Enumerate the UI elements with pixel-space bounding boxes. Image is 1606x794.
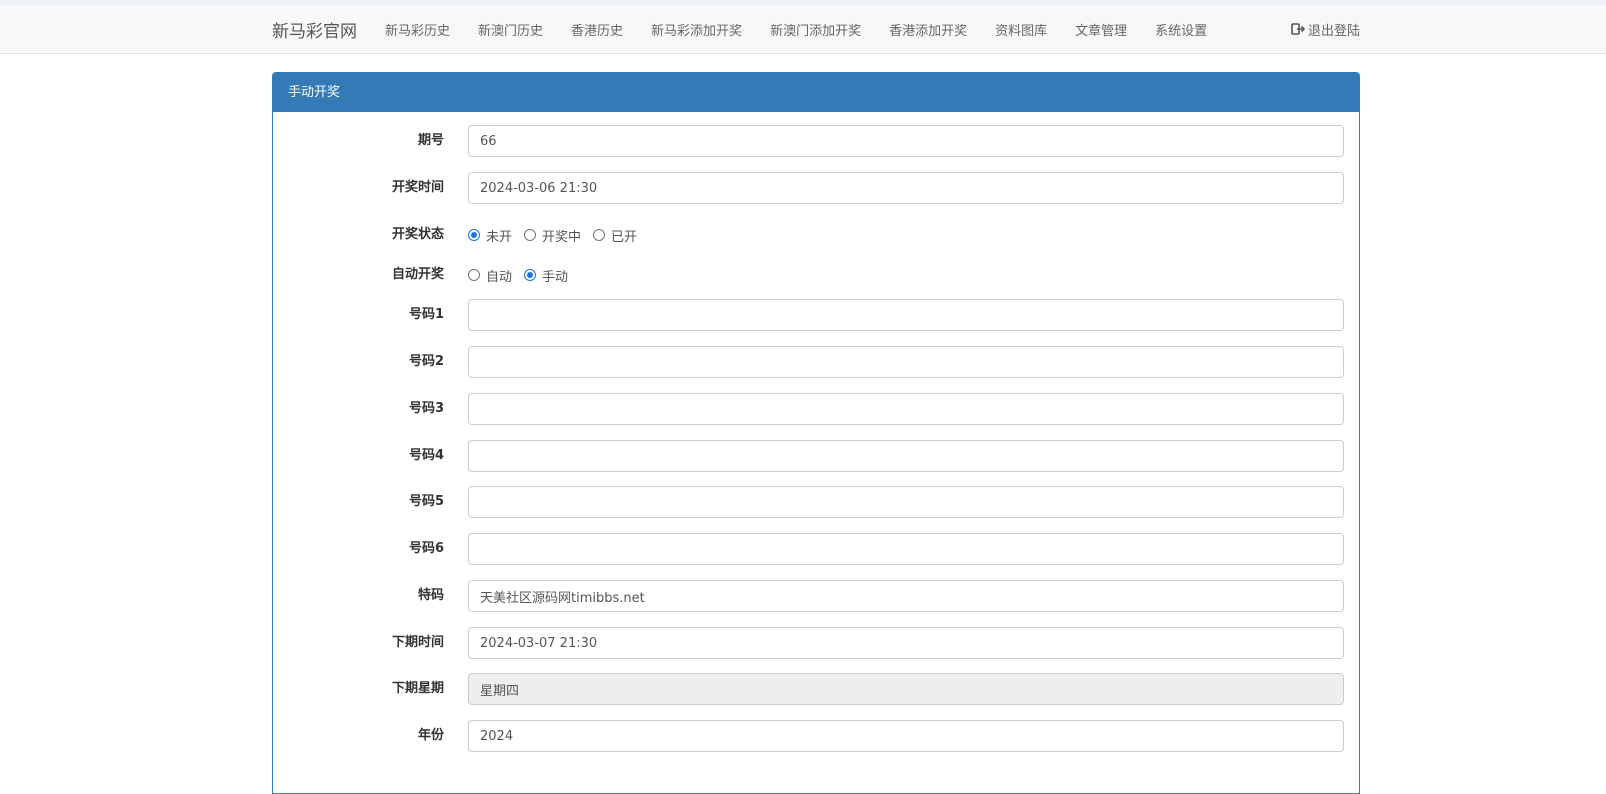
panel-title: 手动开奖 [273,73,1359,112]
radio-label: 自动 [486,269,513,285]
form-row-special: 特码 [273,579,1359,613]
number-5-input[interactable] [468,486,1344,518]
nav-link-settings[interactable]: 系统设置 [1155,20,1207,39]
auto-draw-radio-group: 自动 手动 [468,258,580,292]
draw-status-radio-group: 未开 开奖中 已开 [468,218,649,252]
radio-label: 未开 [486,229,513,245]
auto-draw-label: 自动开奖 [391,267,444,282]
logout-label: 退出登陆 [1307,23,1360,39]
nav-link-articles[interactable]: 文章管理 [1075,20,1127,39]
navbar: 新马彩官网 新马彩历史 新澳门历史 香港历史 新马彩添加开奖 新澳门添加开奖 香… [0,5,1606,54]
next-weekday-label: 下期星期 [391,681,444,696]
form-row-issue: 期号 [273,124,1359,158]
form-row-draw-time: 开奖时间 [273,171,1359,205]
radio-unchecked[interactable] [524,229,537,241]
number-6-label: 号码6 [408,541,444,556]
form-row-number-1: 号码1 [273,298,1359,332]
special-label: 特码 [417,588,444,603]
issue-label: 期号 [417,133,444,148]
radio-label: 开奖中 [542,229,582,245]
next-time-input[interactable] [468,627,1344,659]
draw-time-input[interactable] [468,172,1344,204]
manual-draw-panel: 手动开奖 期号 开奖时间 开奖状态 未开 开奖中 已开 自动开奖 [272,72,1360,794]
issue-input[interactable] [468,125,1344,157]
form-row-number-2: 号码2 [273,345,1359,379]
auto-draw-option-auto[interactable]: 自动 [468,266,512,285]
form-row-year: 年份 [273,719,1359,753]
logout-icon [1291,23,1305,35]
radio-label: 已开 [611,229,638,245]
draw-status-option-drawing[interactable]: 开奖中 [524,226,581,245]
radio-label: 手动 [542,269,569,285]
nav-link-hongkong-history[interactable]: 香港历史 [571,20,623,39]
radio-unchecked[interactable] [593,229,606,241]
nav-link-xinmacai-history[interactable]: 新马彩历史 [385,20,450,39]
year-label: 年份 [417,728,444,743]
logout-link[interactable]: 退出登陆 [1291,20,1360,39]
nav-link-xinmacai-add-draw[interactable]: 新马彩添加开奖 [651,20,742,39]
draw-status-label: 开奖状态 [391,227,444,242]
radio-checked[interactable] [468,229,480,241]
nav-link-gallery[interactable]: 资料图库 [995,20,1047,39]
special-input[interactable] [468,580,1344,612]
form-row-number-3: 号码3 [273,392,1359,426]
draw-time-label: 开奖时间 [391,180,444,195]
number-4-input[interactable] [468,440,1344,472]
draw-status-option-drawn[interactable]: 已开 [593,226,637,245]
nav-links: 新马彩历史 新澳门历史 香港历史 新马彩添加开奖 新澳门添加开奖 香港添加开奖 … [385,20,1235,39]
year-input[interactable] [468,720,1344,752]
number-1-label: 号码1 [408,307,444,322]
form-row-number-5: 号码5 [273,485,1359,519]
number-4-label: 号码4 [408,448,444,463]
radio-checked[interactable] [524,269,537,281]
next-weekday-input [468,673,1344,705]
navbar-inner: 新马彩官网 新马彩历史 新澳门历史 香港历史 新马彩添加开奖 新澳门添加开奖 香… [272,5,1360,53]
form-row-auto-draw: 自动开奖 自动 手动 [273,258,1359,292]
brand[interactable]: 新马彩官网 [272,17,357,42]
number-2-label: 号码2 [408,354,444,369]
form-row-number-6: 号码6 [273,532,1359,566]
number-3-label: 号码3 [408,401,444,416]
number-3-input[interactable] [468,393,1344,425]
number-1-input[interactable] [468,299,1344,331]
form-row-next-time: 下期时间 [273,626,1359,660]
nav-link-hongkong-add-draw[interactable]: 香港添加开奖 [889,20,967,39]
form-row-number-4: 号码4 [273,439,1359,473]
form-row-draw-status: 开奖状态 未开 开奖中 已开 [273,218,1359,252]
form-row-next-weekday: 下期星期 [273,672,1359,706]
draw-status-option-not-drawn[interactable]: 未开 [468,226,512,245]
number-5-label: 号码5 [408,494,444,509]
number-2-input[interactable] [468,346,1344,378]
number-6-input[interactable] [468,533,1344,565]
nav-link-xinaomen-history[interactable]: 新澳门历史 [478,20,543,39]
radio-unchecked[interactable] [468,269,480,281]
next-time-label: 下期时间 [391,635,444,650]
auto-draw-option-manual[interactable]: 手动 [524,266,568,285]
nav-link-xinaomen-add-draw[interactable]: 新澳门添加开奖 [770,20,861,39]
